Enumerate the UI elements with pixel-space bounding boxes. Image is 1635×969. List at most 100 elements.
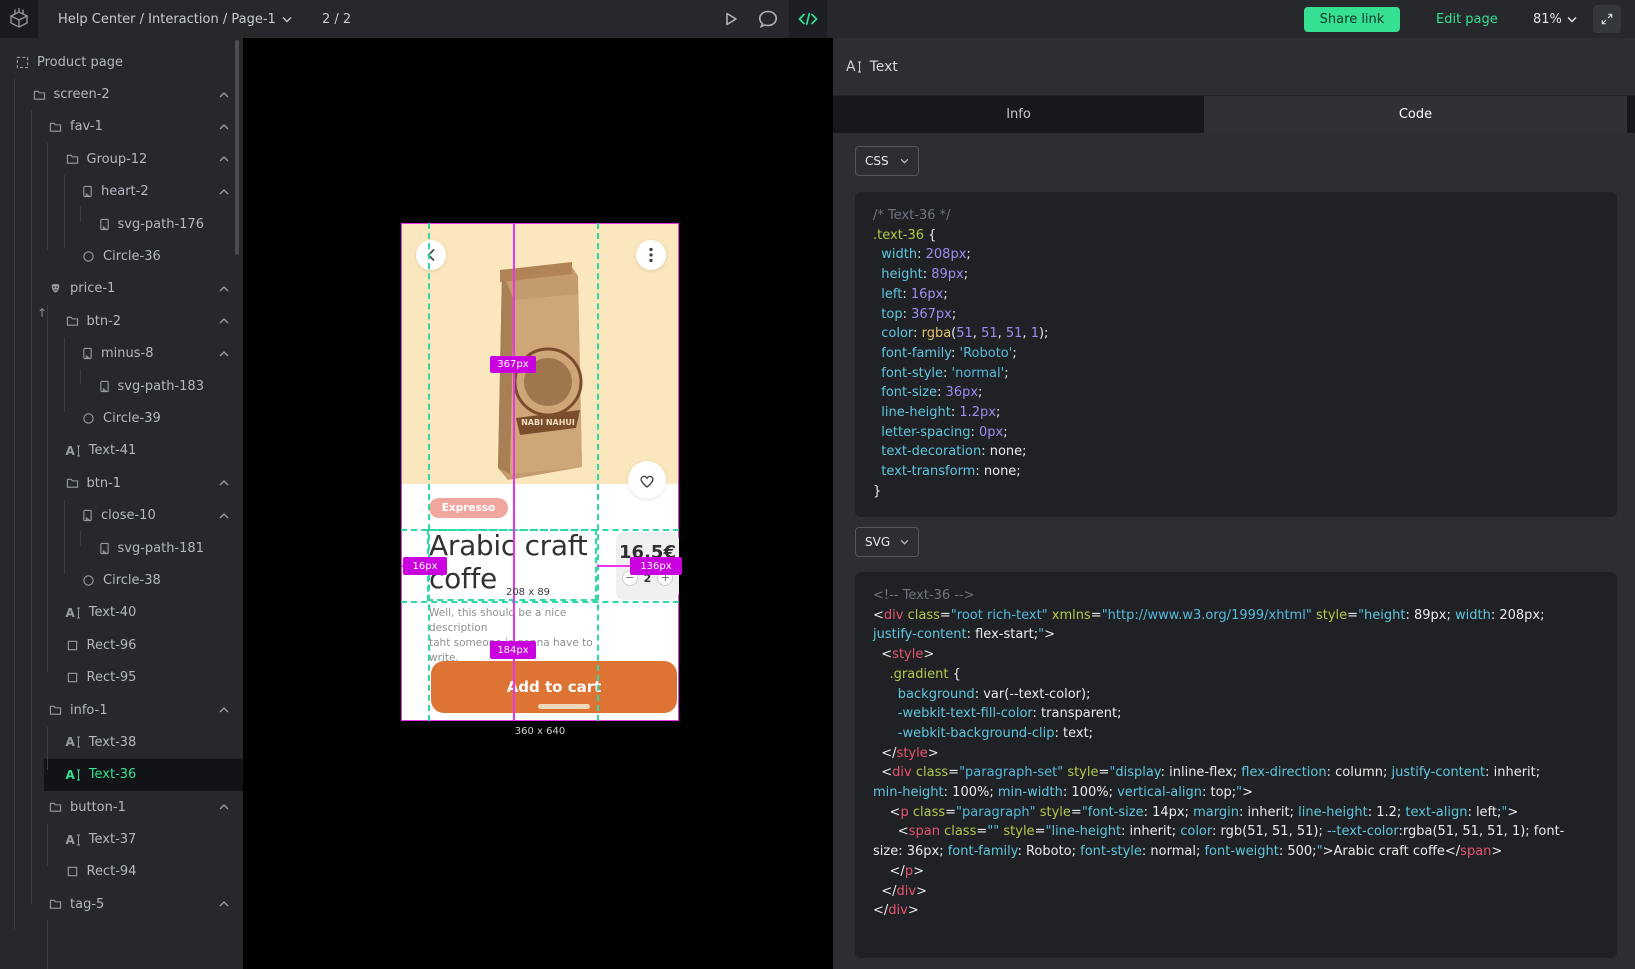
folder-icon <box>66 477 79 489</box>
comment-button[interactable] <box>749 0 787 38</box>
category-tag[interactable]: Expresso <box>429 498 508 518</box>
layer-row-svg-path-176[interactable]: svg-path-176 <box>0 208 243 240</box>
layer-label: svg-path-183 <box>118 379 204 394</box>
layer-row-svg-path-183[interactable]: svg-path-183 <box>0 370 243 402</box>
rect-icon <box>66 671 79 684</box>
collapse-chevron-icon[interactable] <box>219 124 229 130</box>
layer-row-text-40[interactable]: AText-40 <box>0 597 243 629</box>
mockup-frame[interactable]: NABI NAHUI Expresso Arabic craft coffe 1… <box>401 223 679 721</box>
layer-row-rect-95[interactable]: Rect-95 <box>0 661 243 693</box>
layer-label: Text-36 <box>89 767 137 782</box>
breadcrumb[interactable]: Help Center / Interaction / Page-1 <box>58 0 292 38</box>
layer-label: Text-38 <box>89 735 137 750</box>
design-canvas[interactable]: NABI NAHUI Expresso Arabic craft coffe 1… <box>243 38 833 969</box>
code-line: <div class="paragraph-set" style="displa… <box>873 763 1599 783</box>
code-line: <p class="paragraph" style="font-size: 1… <box>873 803 1599 823</box>
layer-label: button-1 <box>70 800 126 815</box>
more-menu-button[interactable] <box>636 240 666 270</box>
layer-row-price-1[interactable]: price-1 <box>0 273 243 305</box>
circle-icon <box>82 574 95 587</box>
code-line: font-size: 36px; <box>873 383 1599 403</box>
layer-label: Rect-95 <box>87 670 137 685</box>
layer-row-fav-1[interactable]: fav-1 <box>0 111 243 143</box>
tree-indent-guide <box>47 920 48 969</box>
collapse-chevron-icon[interactable] <box>219 92 229 98</box>
file-icon <box>99 542 110 555</box>
collapse-chevron-icon[interactable] <box>219 286 229 292</box>
code-line: background: var(--text-color); <box>873 685 1599 705</box>
folder-icon <box>66 315 79 327</box>
code-line: </div> <box>873 901 1599 921</box>
code-line: width: 208px; <box>873 245 1599 265</box>
code-line: font-style: 'normal'; <box>873 364 1599 384</box>
back-button[interactable] <box>416 240 446 270</box>
app-logo[interactable] <box>0 0 38 38</box>
layer-label: minus-8 <box>101 346 154 361</box>
layer-row-group-12[interactable]: Group-12 <box>0 143 243 175</box>
layer-label: svg-path-176 <box>118 217 204 232</box>
mask-icon <box>49 282 62 295</box>
layer-row-circle-39[interactable]: Circle-39 <box>0 402 243 434</box>
layer-label: heart-2 <box>101 184 149 199</box>
file-icon <box>99 218 110 231</box>
layer-row-text-41[interactable]: AText-41 <box>0 435 243 467</box>
measurement-right: 136px <box>630 557 682 575</box>
play-button[interactable] <box>711 0 749 38</box>
collapse-chevron-icon[interactable] <box>219 318 229 324</box>
description-line-1: Well, this should be a nice description <box>429 606 619 636</box>
collapse-chevron-icon[interactable] <box>219 156 229 162</box>
layer-row-screen-2[interactable]: screen-2 <box>0 78 243 110</box>
collapse-chevron-icon[interactable] <box>219 804 229 810</box>
frame-size-label: 360 x 640 <box>505 726 575 737</box>
edit-page-link[interactable]: Edit page <box>1436 0 1498 38</box>
layer-label: Circle-38 <box>103 573 161 588</box>
layer-label: Circle-39 <box>103 411 161 426</box>
tab-info[interactable]: Info <box>833 96 1204 133</box>
collapse-chevron-icon[interactable] <box>219 480 229 486</box>
layer-row-tag-5[interactable]: tag-5 <box>0 888 243 920</box>
layer-row-rect-94[interactable]: Rect-94 <box>0 856 243 888</box>
code-view-button[interactable] <box>789 0 827 38</box>
up-arrow-icon: ↑ <box>37 306 47 320</box>
layer-row-text-38[interactable]: AText-38 <box>0 726 243 758</box>
tab-bar-end <box>1627 96 1635 133</box>
folder-icon <box>33 89 46 101</box>
layer-row-product page[interactable]: Product page <box>0 46 243 78</box>
css-format-dropdown[interactable]: CSS <box>855 146 919 176</box>
collapse-chevron-icon[interactable] <box>219 513 229 519</box>
code-line: </style> <box>873 744 1599 764</box>
layer-row-heart-2[interactable]: heart-2 <box>0 176 243 208</box>
layer-row-button-1[interactable]: button-1 <box>0 791 243 823</box>
layer-row-minus-8[interactable]: minus-8 <box>0 338 243 370</box>
layer-row-info-1[interactable]: info-1 <box>0 694 243 726</box>
sidebar-scrollbar[interactable] <box>235 40 239 255</box>
share-link-button[interactable]: Share link <box>1304 7 1400 32</box>
svg-format-dropdown[interactable]: SVG <box>855 527 919 557</box>
circle-icon <box>82 412 95 425</box>
zoom-control[interactable]: 81% <box>1533 0 1577 38</box>
layer-label: Rect-94 <box>87 864 137 879</box>
collapse-chevron-icon[interactable] <box>219 189 229 195</box>
layer-row-btn-1[interactable]: btn-1 <box>0 467 243 499</box>
element-type-label: Text <box>870 59 898 75</box>
code-line: min-height: 100%; min-width: 100%; verti… <box>873 783 1599 803</box>
favorite-button[interactable] <box>628 461 666 499</box>
collapse-chevron-icon[interactable] <box>219 351 229 357</box>
layer-row-circle-38[interactable]: Circle-38 <box>0 564 243 596</box>
layer-row-circle-36[interactable]: Circle-36 <box>0 240 243 272</box>
layer-row-svg-path-181[interactable]: svg-path-181 <box>0 532 243 564</box>
fullscreen-button[interactable] <box>1593 5 1621 33</box>
layer-row-rect-96[interactable]: Rect-96 <box>0 629 243 661</box>
layer-row-close-10[interactable]: close-10 <box>0 499 243 531</box>
text-type-icon: A <box>846 59 862 75</box>
inspector-tabs: Info Code <box>833 96 1635 133</box>
code-line: </div> <box>873 882 1599 902</box>
layer-row-text-37[interactable]: AText-37 <box>0 823 243 855</box>
chevron-down-icon <box>282 16 292 23</box>
collapse-chevron-icon[interactable] <box>219 707 229 713</box>
collapse-chevron-icon[interactable] <box>219 901 229 907</box>
file-icon <box>82 347 93 360</box>
tab-code[interactable]: Code <box>1204 96 1627 133</box>
tree-indent-guide <box>47 143 48 250</box>
layer-row-text-36[interactable]: AText-36 <box>0 759 243 791</box>
